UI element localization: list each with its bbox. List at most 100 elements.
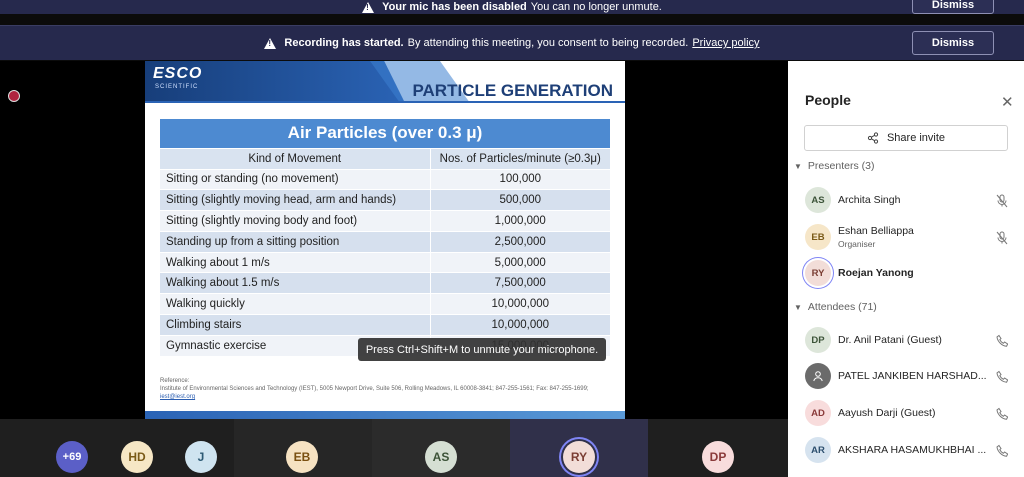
recording-banner-text: By attending this meeting, you consent t… [407,37,689,49]
table-row: Climbing stairs 10,000,000 [160,314,610,336]
presenter-item[interactable]: RY Roejan Yanong [805,260,1020,290]
recording-banner: Recording has started. By attending this… [0,25,1024,60]
phone-icon [996,370,1008,383]
person-icon [813,371,823,382]
participant-tile[interactable]: AS [372,419,510,477]
warning-icon [362,1,375,13]
attendee-item[interactable]: AR AKSHARA HASAMUKHBHAI ... [805,437,1020,467]
esco-logo-subtitle: SCIENTIFIC [155,84,199,90]
attendees-section-header[interactable]: ▼ Attendees (71) [794,301,877,313]
privacy-policy-link[interactable]: Privacy policy [692,37,759,49]
reference-text: Institute of Environmental Sciences and … [160,386,589,392]
panel-title: People [805,92,851,108]
shared-screen-stage: ESCO SCIENTIFIC PARTICLE GENERATION Air … [0,61,788,419]
participant-tile-speaking[interactable]: RY [510,419,648,477]
participant-avatar: DP [702,441,734,473]
movement-cell: Standing up from a sitting position [160,231,431,253]
particle-count-cell: 1,000,000 [429,210,610,232]
mic-off-icon [996,231,1008,245]
movement-cell: Sitting (slightly moving head, arm and h… [160,189,431,212]
slide-header: ESCO SCIENTIFIC PARTICLE GENERATION [145,61,625,103]
attendee-name: AKSHARA HASAMUKHBHAI ... [838,444,987,456]
participant-avatar[interactable]: HD [121,441,153,473]
movement-cell: Sitting or standing (no movement) [160,169,431,191]
attendees-label: Attendees (71) [807,301,877,313]
presenter-name: Eshan Belliappa [838,225,914,237]
particles-table: Air Particles (over 0.3 μ) Kind of Movem… [160,119,610,357]
participant-avatar[interactable]: J [185,441,217,473]
particle-count-cell: 10,000,000 [429,314,610,336]
participant-tile[interactable]: DP [648,419,788,477]
attendee-name: PATEL JANKIBEN HARSHAD... [838,370,987,382]
movement-cell: Walking quickly [160,293,431,316]
presenter-item[interactable]: EB Eshan Belliappa Organiser [805,224,1020,254]
slide-title: PARTICLE GENERATION [412,81,613,100]
avatar: AR [805,437,831,463]
recording-dismiss-button[interactable]: Dismiss [912,31,994,55]
share-invite-button[interactable]: Share invite [804,125,1008,151]
table-row: Walking about 1 m/s 5,000,000 [160,252,610,274]
particle-count-cell: 500,000 [429,189,610,212]
attendee-item[interactable]: PATEL JANKIBEN HARSHAD... [805,363,1020,393]
mic-dismiss-button[interactable]: Dismiss [912,0,994,14]
column-header: Kind of Movement [160,148,431,170]
table-row: Walking quickly 10,000,000 [160,293,610,316]
movement-cell: Climbing stairs [160,314,431,336]
attendee-item[interactable]: DP Dr. Anil Patani (Guest) [805,327,1020,357]
phone-icon [996,407,1008,420]
chevron-down-icon: ▼ [794,303,802,312]
reference-email: iest@iest.org [160,394,196,400]
presenter-role: Organiser [838,239,876,249]
chevron-down-icon: ▼ [794,162,802,171]
movement-cell: Sitting (slightly moving body and foot) [160,210,431,232]
participant-avatar: RY [563,441,595,473]
table-row: Sitting or standing (no movement) 100,000 [160,169,610,191]
avatar: DP [805,327,831,353]
recording-indicator-icon [8,90,20,102]
share-invite-label: Share invite [886,132,946,144]
column-header: Nos. of Particles/minute (≥0.3μ) [429,148,610,170]
particle-count-cell: 5,000,000 [429,252,610,274]
presenter-item[interactable]: AS Archita Singh [805,187,1020,217]
avatar: RY [805,260,831,286]
particle-count-cell: 10,000,000 [429,293,610,316]
table-body: Sitting or standing (no movement) 100,000… [160,169,610,357]
participant-gallery: +69 HD J EB AS RY DP [0,419,788,477]
presenters-section-header[interactable]: ▼ Presenters (3) [794,160,874,172]
close-icon[interactable]: ✕ [1001,93,1014,111]
slide-reference: Reference: Institute of Environmental Sc… [160,377,600,401]
table-row: Sitting (slightly moving head, arm and h… [160,189,610,212]
participant-avatar: EB [286,441,318,473]
table-row: Walking about 1.5 m/s 7,500,000 [160,272,610,295]
presenters-label: Presenters (3) [807,160,875,172]
mic-off-icon [996,194,1008,208]
particle-count-cell: 100,000 [429,169,610,191]
reference-label: Reference: [160,378,190,384]
phone-icon [996,444,1008,457]
phone-icon [996,334,1008,347]
recording-banner-bold: Recording has started. [284,37,404,49]
mic-disabled-banner: Your mic has been disabled You can no lo… [0,0,1024,14]
attendee-item[interactable]: AD Aayush Darji (Guest) [805,400,1020,430]
participant-tile[interactable]: EB [234,419,372,477]
unmute-tooltip: Press Ctrl+Shift+M to unmute your microp… [358,338,606,361]
avatar: AD [805,400,831,426]
warning-icon [264,37,277,49]
avatar: AS [805,187,831,213]
gallery-tile-group: +69 HD J [0,419,234,477]
table-row: Sitting (slightly moving body and foot) 1… [160,210,610,232]
movement-cell: Walking about 1 m/s [160,252,431,274]
particle-count-cell: 7,500,000 [429,272,610,295]
share-icon [867,132,879,144]
esco-logo: ESCO [153,65,203,82]
more-participants-button[interactable]: +69 [56,441,88,473]
presenter-name: Roejan Yanong [838,267,914,279]
mic-banner-text: You can no longer unmute. [530,1,662,13]
people-panel: People ✕ Share invite ▼ Presenters (3) AS… [788,61,1024,477]
avatar [805,363,831,389]
teams-meeting-window: Your mic has been disabled You can no lo… [0,0,1024,477]
participant-avatar: AS [425,441,457,473]
avatar: EB [805,224,831,250]
movement-cell: Walking about 1.5 m/s [160,272,431,295]
table-row: Standing up from a sitting position 2,500… [160,231,610,253]
